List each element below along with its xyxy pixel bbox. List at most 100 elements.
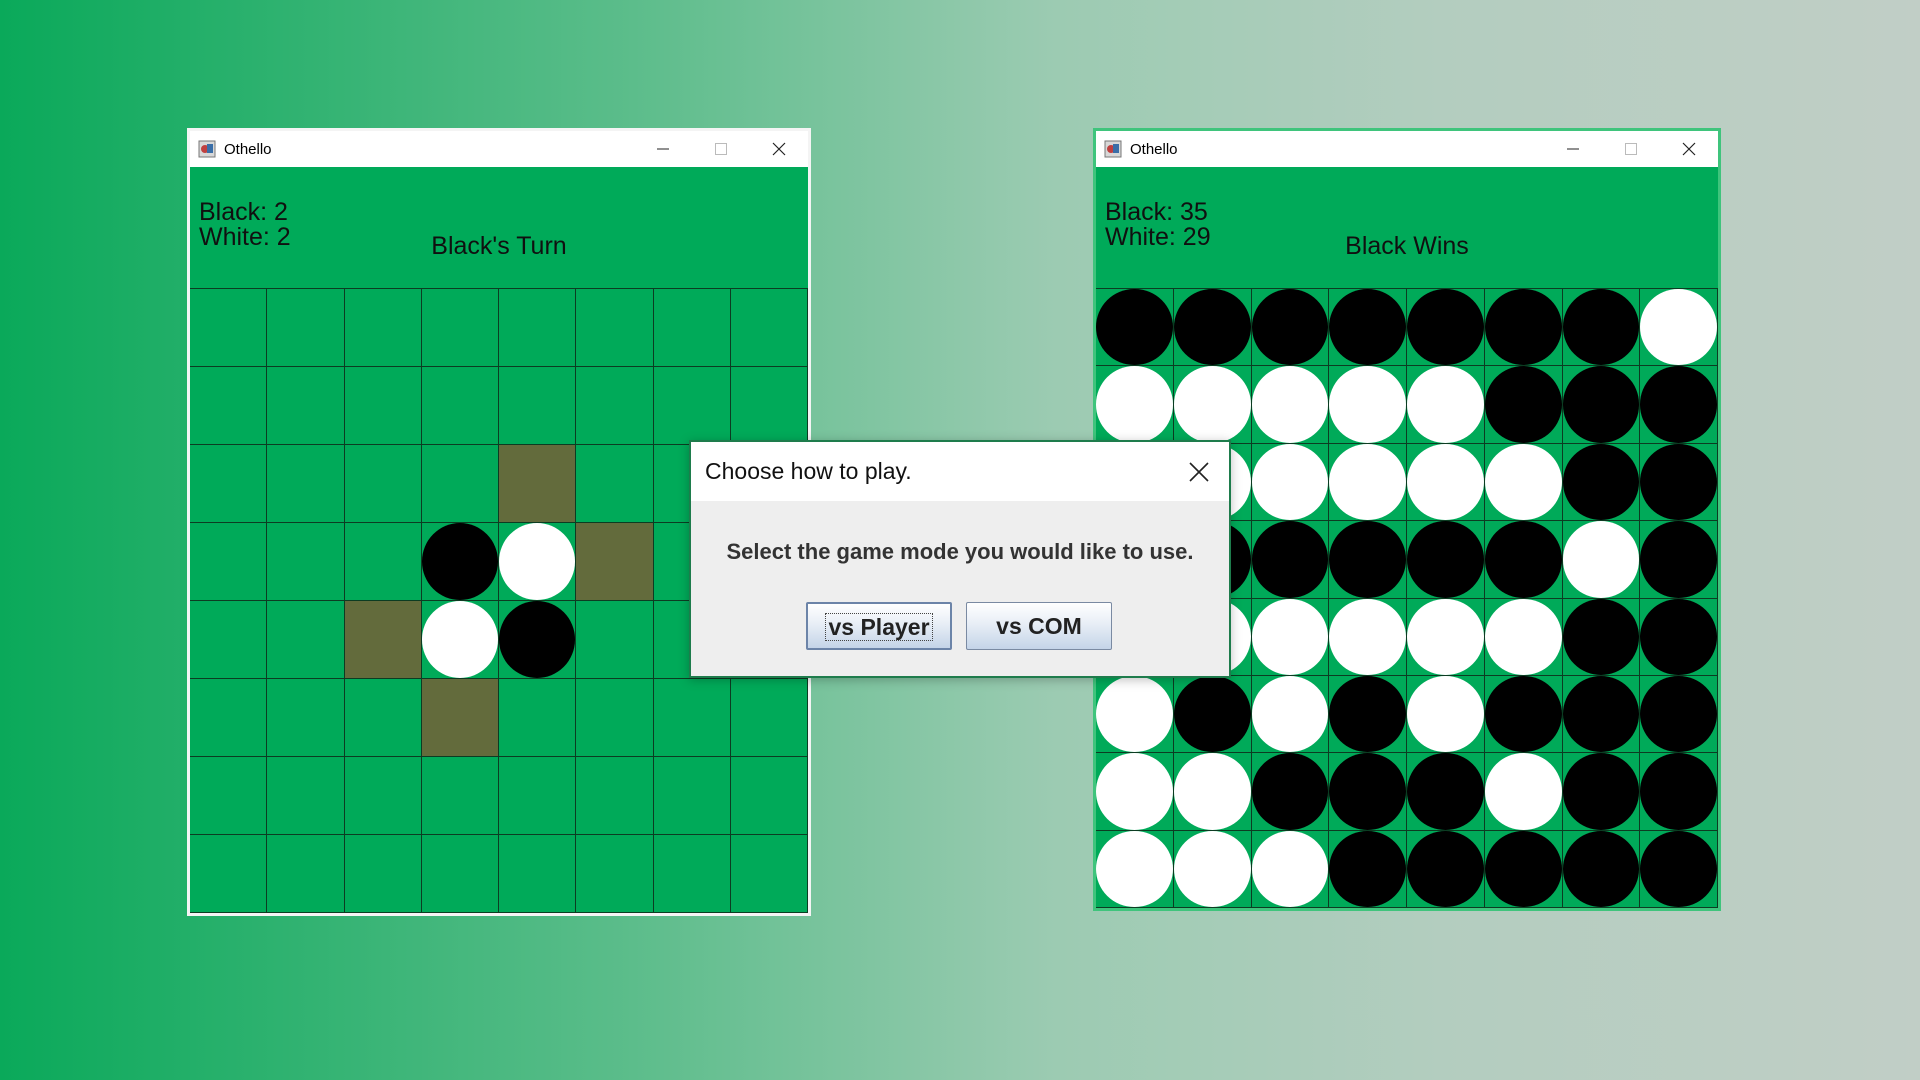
board-cell[interactable] [344,835,422,913]
board-cell[interactable] [499,367,577,445]
minimize-button[interactable] [634,131,692,167]
board-cell-valid-move[interactable] [576,523,654,601]
dialog-title-bar[interactable]: Choose how to play. [691,442,1229,501]
board-cell[interactable] [653,835,731,913]
dialog-close-button[interactable] [1179,452,1219,492]
board-cell[interactable] [576,445,654,523]
board-cell[interactable] [1407,366,1485,444]
close-button[interactable] [1660,131,1718,167]
board-cell[interactable] [1407,521,1485,599]
board-cell[interactable] [730,289,808,367]
board-cell[interactable] [1251,753,1330,831]
board-cell[interactable] [653,679,731,757]
board-cell[interactable] [190,601,268,679]
board-cell[interactable] [1407,598,1485,676]
board-cell[interactable] [190,445,268,523]
maximize-button[interactable] [1602,131,1660,167]
board-cell[interactable] [1096,289,1174,367]
board-cell[interactable] [1407,289,1485,367]
board-cell[interactable] [1173,289,1252,367]
board-cell[interactable] [267,757,345,835]
board-cell[interactable] [1562,289,1641,367]
board-cell[interactable] [421,289,499,367]
board-cell[interactable] [344,445,422,523]
board-cell[interactable] [1484,289,1563,367]
board-cell[interactable] [1640,675,1718,754]
board-cell[interactable] [730,679,808,757]
board-cell[interactable] [267,835,345,913]
board-cell[interactable] [190,523,268,601]
board-cell[interactable] [1562,521,1641,599]
board-cell[interactable] [730,367,808,445]
board-cell[interactable] [730,757,808,835]
board-cell[interactable] [730,835,808,913]
board-cell[interactable] [499,523,577,601]
board-cell[interactable] [1329,753,1407,831]
board-cell[interactable] [1329,675,1407,754]
board-cell[interactable] [1173,753,1252,831]
board-cell[interactable] [576,757,654,835]
board-cell[interactable] [190,757,268,835]
board-cell[interactable] [576,367,654,445]
board-cell[interactable] [1329,598,1407,676]
board-cell[interactable] [1173,675,1252,754]
board-cell[interactable] [1251,830,1330,908]
board-cell[interactable] [1251,521,1330,599]
board-cell[interactable] [344,289,422,367]
board-cell[interactable] [190,289,268,367]
board-cell[interactable] [1329,289,1407,367]
board-cell[interactable] [1251,598,1330,676]
board-cell[interactable] [421,523,499,601]
title-bar[interactable]: Othello [1096,131,1718,167]
board-cell[interactable] [1640,366,1718,444]
board-cell[interactable] [267,289,345,367]
board-cell[interactable] [1640,443,1718,522]
board-cell[interactable] [344,523,422,601]
board-cell[interactable] [1329,521,1407,599]
board-cell[interactable] [190,679,268,757]
board-cell[interactable] [1096,830,1174,908]
board-cell[interactable] [1173,830,1252,908]
board-cell-valid-move[interactable] [499,445,577,523]
vs-player-button[interactable]: vs Player [806,602,952,650]
board-cell[interactable] [1407,675,1485,754]
board-cell[interactable] [499,757,577,835]
board-cell-valid-move[interactable] [344,601,422,679]
board-cell[interactable] [576,679,654,757]
board-cell[interactable] [576,289,654,367]
board-cell[interactable] [499,679,577,757]
board-cell[interactable] [1562,830,1641,908]
board-cell[interactable] [190,367,268,445]
board-cell[interactable] [344,367,422,445]
close-button[interactable] [750,131,808,167]
board-cell[interactable] [576,601,654,679]
board-cell[interactable] [421,757,499,835]
board-cell[interactable] [1251,289,1330,367]
board-cell[interactable] [1562,443,1641,522]
board-cell[interactable] [1251,443,1330,522]
board-cell[interactable] [344,679,422,757]
board-cell[interactable] [1251,366,1330,444]
board-cell[interactable] [1484,830,1563,908]
board-cell[interactable] [1096,753,1174,831]
board-cell[interactable] [267,367,345,445]
board-cell[interactable] [499,601,577,679]
board-cell[interactable] [1562,366,1641,444]
board-cell[interactable] [1640,521,1718,599]
board-cell[interactable] [1562,753,1641,831]
board-cell[interactable] [499,289,577,367]
board-cell[interactable] [421,835,499,913]
board-cell[interactable] [1407,443,1485,522]
board-cell[interactable] [653,367,731,445]
board-cell[interactable] [1329,366,1407,444]
board-cell-valid-move[interactable] [421,679,499,757]
board-cell[interactable] [1640,289,1718,367]
board-cell[interactable] [1640,753,1718,831]
board-cell[interactable] [1484,521,1563,599]
board-cell[interactable] [267,523,345,601]
board-cell[interactable] [267,679,345,757]
board-cell[interactable] [1329,443,1407,522]
board-cell[interactable] [653,289,731,367]
board-cell[interactable] [1484,753,1563,831]
minimize-button[interactable] [1544,131,1602,167]
